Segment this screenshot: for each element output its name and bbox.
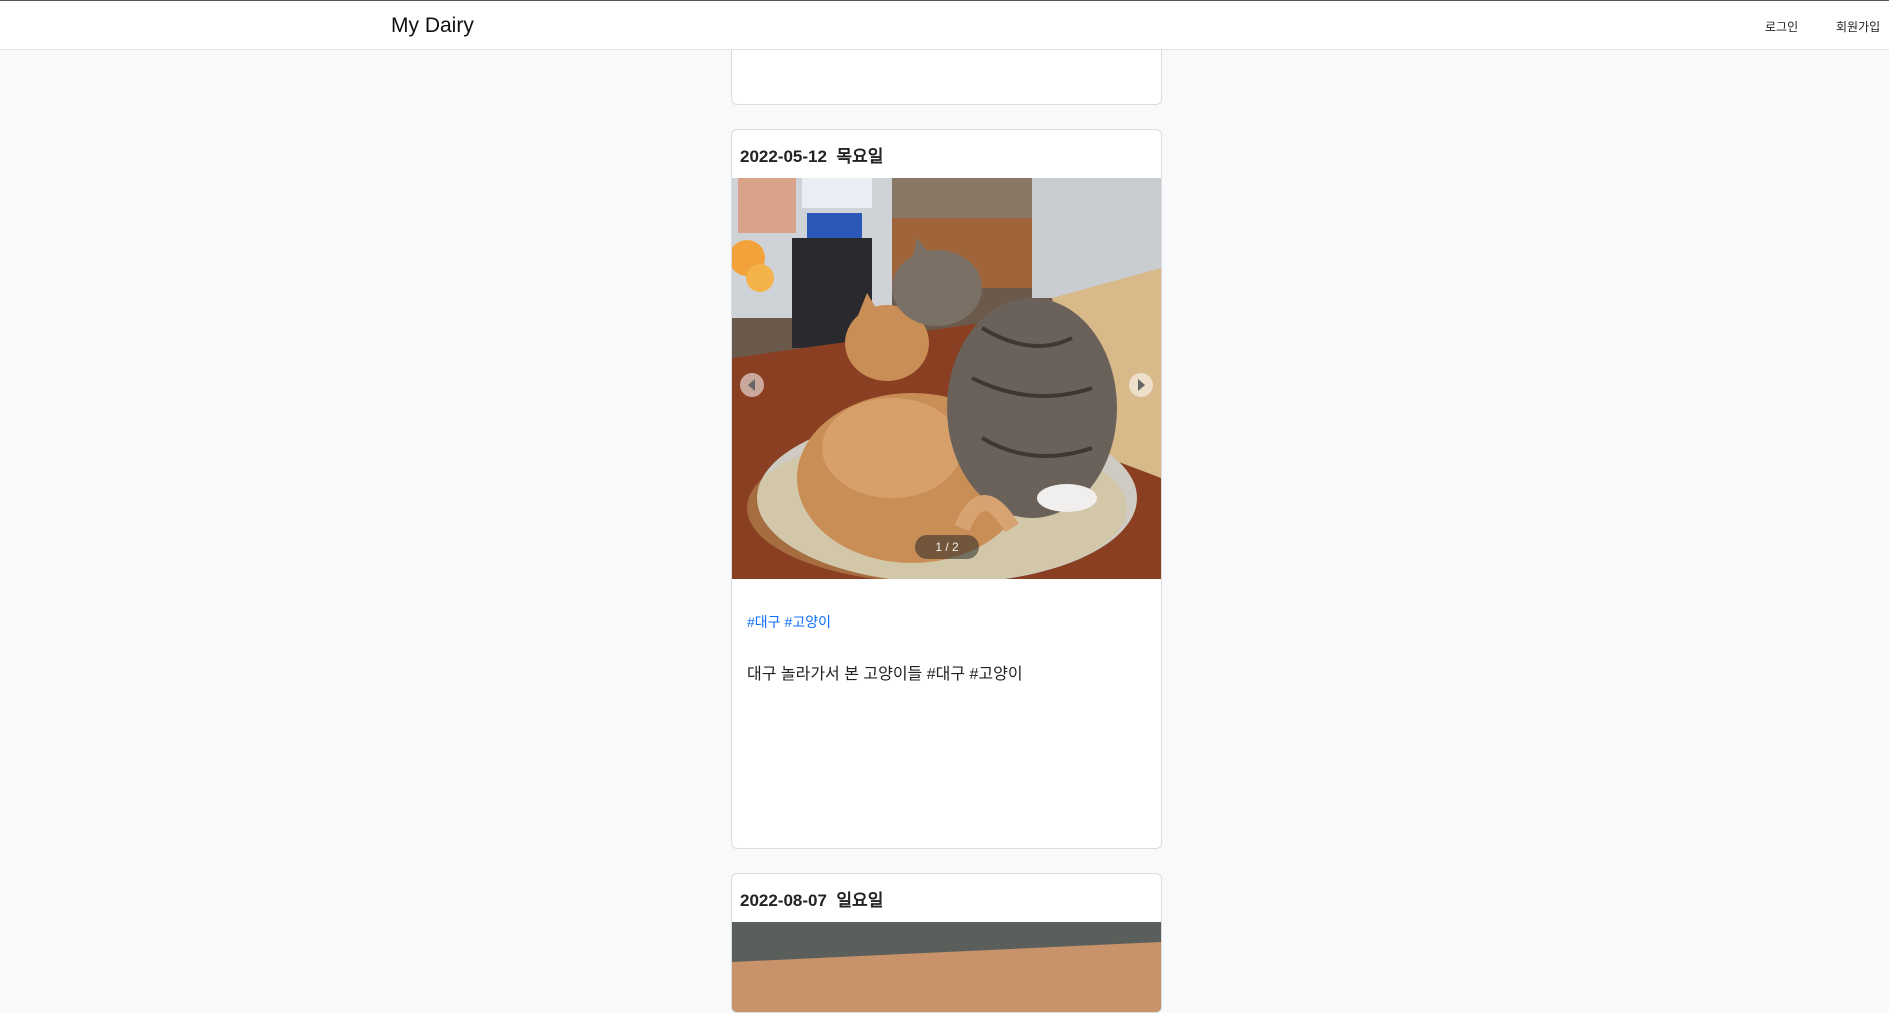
diary-body: 대구 놀라가서 본 고양이들 #대구 #고양이 (747, 666, 1023, 683)
diary-date: 2022-08-07 (740, 891, 827, 910)
diary-weekday: 일요일 (836, 891, 884, 910)
diary-date-header: 2022-08-07 일요일 (740, 886, 883, 911)
top-navbar: My Dairy 로그인 회원가입 (0, 0, 1889, 50)
signup-link[interactable]: 회원가입 (1836, 18, 1880, 35)
chevron-right-icon (1138, 379, 1145, 391)
tag-link[interactable]: #대구 (747, 614, 781, 630)
carousel-prev-button[interactable] (740, 373, 764, 397)
diary-date-header: 2022-05-12 목요일 (740, 142, 883, 167)
photo-carousel[interactable] (732, 922, 1161, 1012)
tag-list: #대구 #고양이 (747, 612, 835, 632)
brand-logo-link[interactable]: My Dairy (391, 14, 474, 38)
next-photo (732, 922, 1161, 1012)
tag-link[interactable]: #고양이 (785, 614, 831, 630)
diary-weekday: 목요일 (836, 147, 884, 166)
cats-photo (732, 178, 1161, 579)
carousel-counter: 1 / 2 (915, 535, 979, 559)
diary-date: 2022-05-12 (740, 147, 827, 166)
login-link[interactable]: 로그인 (1765, 18, 1798, 35)
photo-carousel[interactable]: 1 / 2 (732, 178, 1161, 579)
carousel-next-button[interactable] (1129, 373, 1153, 397)
diary-card: 2022-05-12 목요일 1 / 2 #대구 #고양이 대구 놀라가서 본 … (731, 129, 1162, 849)
diary-card-next: 2022-08-07 일요일 (731, 873, 1162, 1013)
chevron-left-icon (748, 379, 755, 391)
